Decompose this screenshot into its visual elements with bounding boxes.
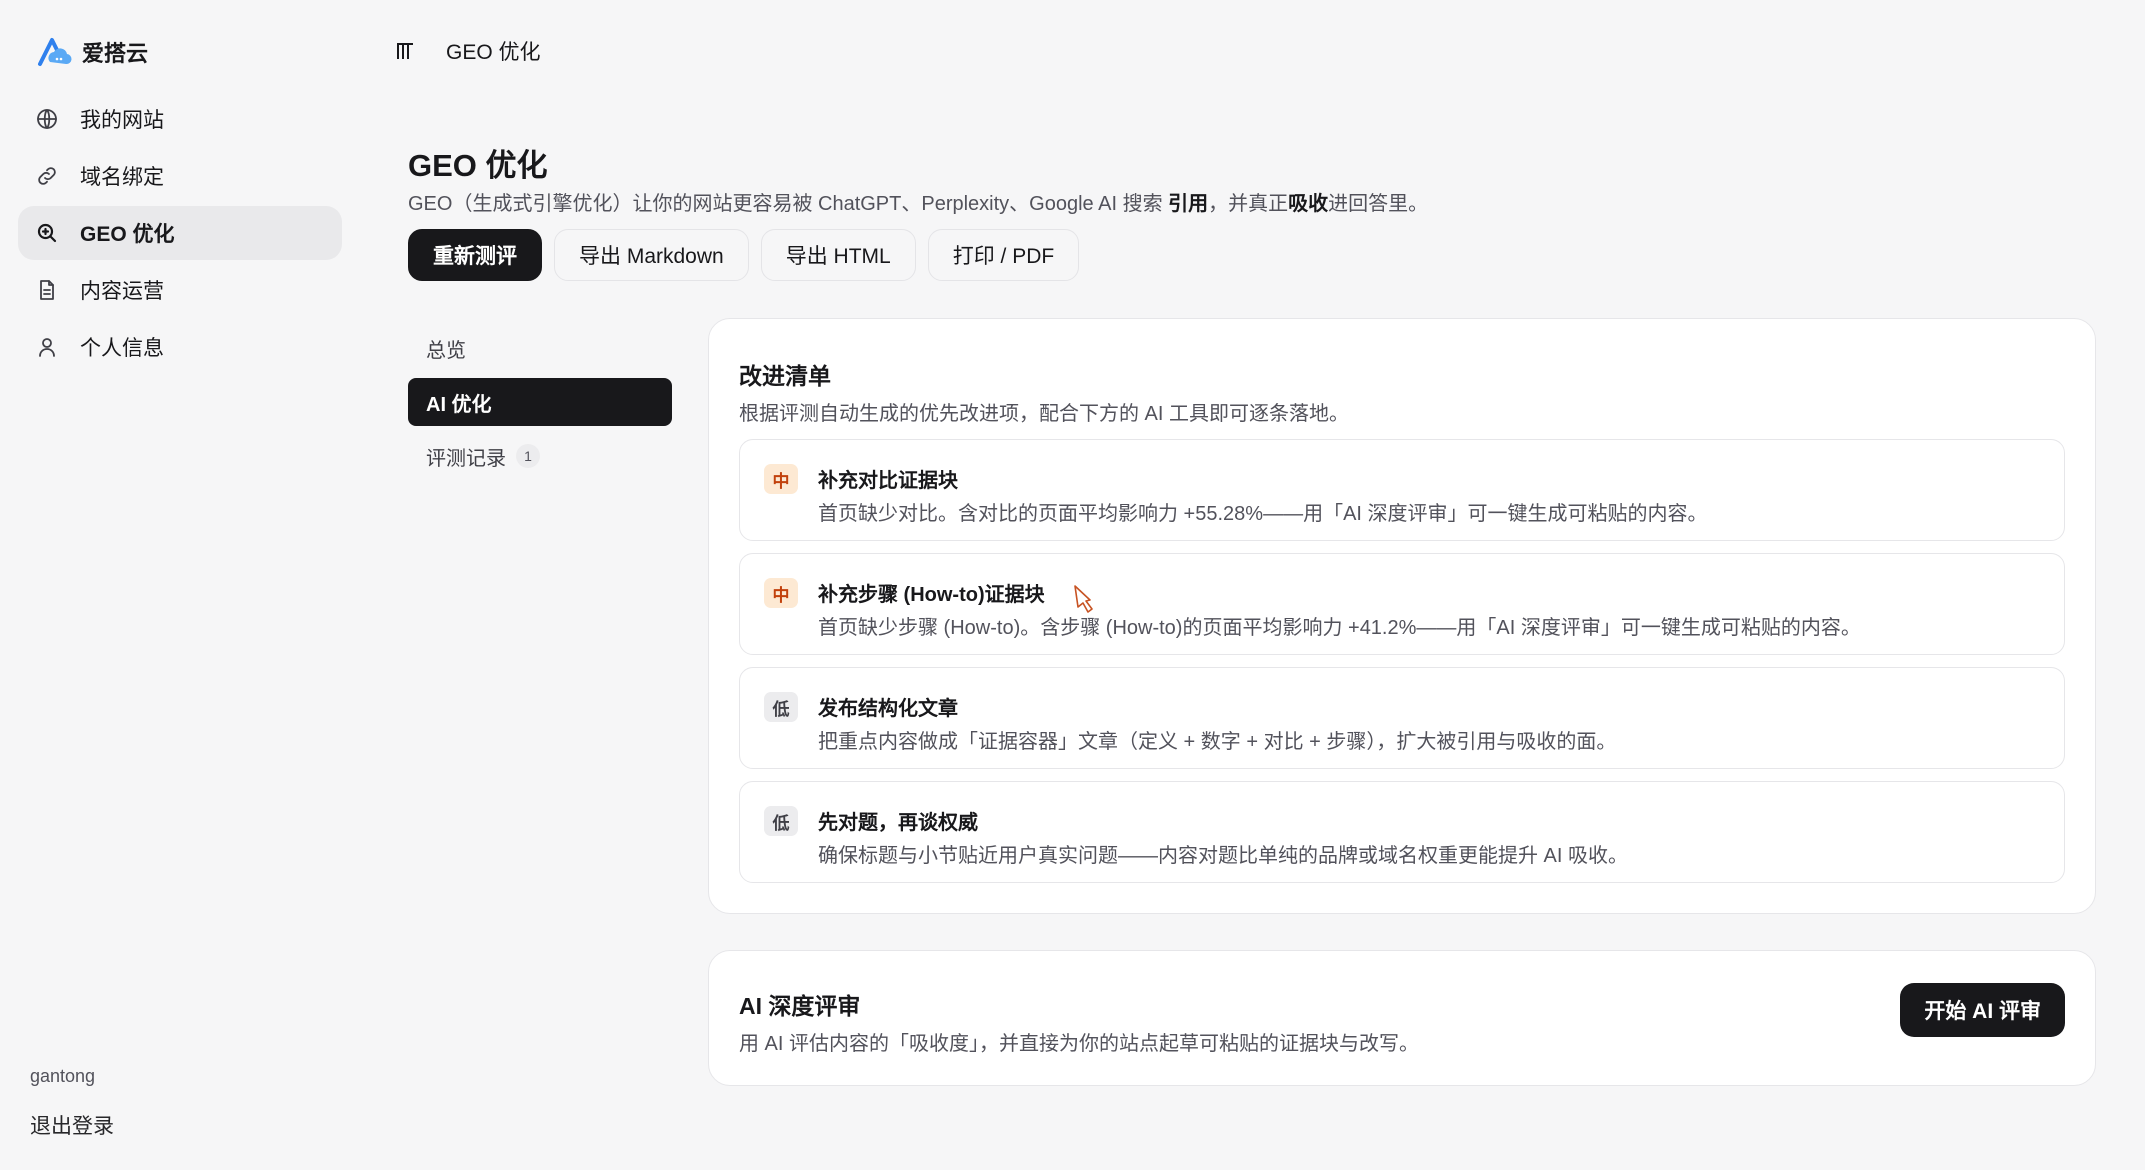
sidebar-nav: 我的网站 域名绑定 GEO 优化 内容运营 个人信息: [18, 92, 342, 377]
export-markdown-button[interactable]: 导出 Markdown: [554, 229, 749, 281]
priority-badge: 低: [764, 806, 798, 836]
sidebar-item-domain[interactable]: 域名绑定: [18, 149, 342, 203]
globe-icon: [34, 106, 60, 132]
logout-link[interactable]: 退出登录: [30, 1110, 114, 1140]
improvement-item-title: 补充步骤 (How-to)证据块: [818, 584, 1045, 606]
priority-badge: 中: [764, 578, 798, 608]
action-bar: 重新测评 导出 Markdown 导出 HTML 打印 / PDF: [408, 229, 1080, 281]
tab-records-label: 评测记录: [426, 447, 506, 470]
sidebar: 爱搭云 我的网站 域名绑定 GEO 优化 内容运营 个人信息 gantong 退…: [0, 0, 360, 1170]
improvement-item-desc: 确保标题与小节贴近用户真实问题——内容对题比单纯的品牌或域名权重更能提升 AI …: [818, 845, 1629, 867]
improvement-item-desc: 把重点内容做成「证据容器」文章（定义 + 数字 + 对比 + 步骤），扩大被引用…: [818, 731, 1617, 753]
print-pdf-button[interactable]: 打印 / PDF: [927, 229, 1080, 281]
sidebar-item-label: GEO 优化: [80, 223, 175, 246]
improvement-list-subtitle: 根据评测自动生成的优先改进项，配合下方的 AI 工具即可逐条落地。: [739, 403, 1350, 425]
ai-review-subtitle: 用 AI 评估内容的「吸收度」，并直接为你的站点起草可粘贴的证据块与改写。: [739, 1033, 1420, 1055]
user-icon: [34, 334, 60, 360]
sidebar-item-label: 内容运营: [80, 280, 164, 303]
improvement-item[interactable]: 中 补充步骤 (How-to)证据块 首页缺少步骤 (How-to)。含步骤 (…: [739, 553, 2065, 655]
topbar: GEO 优化: [392, 36, 541, 66]
document-icon: [34, 277, 60, 303]
improvement-item[interactable]: 低 发布结构化文章 把重点内容做成「证据容器」文章（定义 + 数字 + 对比 +…: [739, 667, 2065, 769]
improvement-item-desc: 首页缺少对比。含对比的页面平均影响力 +55.28%——用「AI 深度评审」可一…: [818, 503, 1708, 525]
link-icon: [34, 163, 60, 189]
priority-badge: 低: [764, 692, 798, 722]
brand-name: 爱搭云: [82, 41, 149, 66]
records-count-badge: 1: [516, 444, 540, 468]
tab-records[interactable]: 评测记录 1: [408, 432, 672, 480]
sidebar-item-my-sites[interactable]: 我的网站: [18, 92, 342, 146]
improvement-item-desc: 首页缺少步骤 (How-to)。含步骤 (How-to)的页面平均影响力 +41…: [818, 617, 1861, 639]
brand[interactable]: 爱搭云: [36, 36, 148, 68]
page-desc-part: GEO（生成式引擎优化）让你的网站更容易被 ChatGPT、Perplexity…: [408, 193, 1169, 215]
sidebar-item-label: 我的网站: [80, 109, 164, 132]
sidebar-item-label: 个人信息: [80, 337, 164, 360]
username: gantong: [30, 1066, 96, 1086]
export-html-button[interactable]: 导出 HTML: [760, 229, 916, 281]
search-zoom-icon: [34, 220, 60, 246]
improvement-list-card: 改进清单 根据评测自动生成的优先改进项，配合下方的 AI 工具即可逐条落地。 中…: [708, 318, 2096, 914]
retest-button[interactable]: 重新测评: [408, 229, 542, 281]
page-desc-bold: 引用: [1168, 193, 1209, 215]
ai-review-title: AI 深度评审: [739, 993, 861, 1019]
page-desc-part: 进回答里。: [1328, 193, 1429, 215]
improvement-list-title: 改进清单: [739, 363, 831, 389]
ai-review-card: AI 深度评审 用 AI 评估内容的「吸收度」，并直接为你的站点起草可粘贴的证据…: [708, 950, 2096, 1086]
improvement-item[interactable]: 低 先对题，再谈权威 确保标题与小节贴近用户真实问题——内容对题比单纯的品牌或域…: [739, 781, 2065, 883]
page-desc-part: ，并真正: [1208, 193, 1289, 215]
start-ai-review-button[interactable]: 开始 AI 评审: [1900, 983, 2065, 1037]
improvement-item-title: 先对题，再谈权威: [818, 812, 978, 834]
priority-badge: 中: [764, 464, 798, 494]
tab-overview[interactable]: 总览: [408, 324, 672, 372]
topbar-title: GEO 优化: [446, 41, 541, 64]
sidebar-item-label: 域名绑定: [80, 166, 164, 189]
hand-cursor-icon: [1074, 585, 1093, 613]
geo-subnav: 总览 AI 优化 评测记录 1: [408, 324, 672, 486]
tab-ai-optimization[interactable]: AI 优化: [408, 378, 672, 426]
page-desc-bold: 吸收: [1288, 193, 1329, 215]
brand-logo-icon: [38, 38, 72, 66]
sidebar-item-profile[interactable]: 个人信息: [18, 320, 342, 374]
improvement-item[interactable]: 中 补充对比证据块 首页缺少对比。含对比的页面平均影响力 +55.28%——用「…: [739, 439, 2065, 541]
improvement-item-title: 发布结构化文章: [818, 698, 958, 720]
sidebar-item-content[interactable]: 内容运营: [18, 263, 342, 317]
sidebar-toggle-icon[interactable]: [392, 37, 420, 65]
page-title: GEO 优化: [408, 148, 548, 183]
page-description: GEO（生成式引擎优化）让你的网站更容易被 ChatGPT、Perplexity…: [408, 187, 1428, 216]
improvement-item-title: 补充对比证据块: [818, 470, 958, 492]
sidebar-item-geo[interactable]: GEO 优化: [18, 206, 342, 260]
